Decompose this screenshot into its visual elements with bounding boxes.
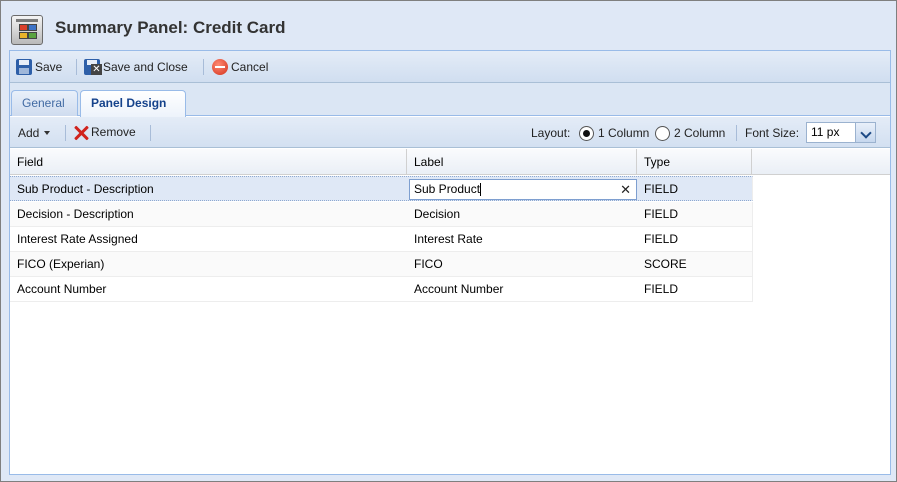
column-header-type[interactable]: Type bbox=[637, 149, 752, 175]
grid-header: Field Label Type bbox=[10, 149, 890, 175]
table-row[interactable]: Interest Rate Assigned Interest Rate FIE… bbox=[10, 227, 753, 252]
title-bar: Summary Panel: Credit Card bbox=[2, 2, 895, 50]
design-toolbar: Add Remove Layout: 1 Column 2 Column Fon… bbox=[10, 117, 890, 148]
column-header-field[interactable]: Field bbox=[10, 149, 407, 175]
clear-icon[interactable]: ✕ bbox=[620, 180, 631, 199]
field-cell: Sub Product - Description bbox=[17, 182, 154, 196]
save-close-icon bbox=[84, 59, 102, 75]
table-row[interactable]: Account Number Account Number FIELD bbox=[10, 277, 753, 302]
toolbar-separator bbox=[76, 59, 77, 75]
tab-strip: General Panel Design bbox=[10, 83, 890, 117]
save-button[interactable]: Save bbox=[16, 58, 62, 76]
add-label: Add bbox=[18, 126, 40, 140]
toolbar-separator bbox=[150, 125, 151, 141]
summary-panel-icon bbox=[11, 15, 43, 45]
type-cell: FIELD bbox=[644, 182, 679, 196]
label-cell: Interest Rate bbox=[414, 232, 483, 246]
remove-button[interactable]: Remove bbox=[72, 123, 136, 141]
save-icon bbox=[16, 59, 32, 75]
field-cell: Account Number bbox=[17, 282, 107, 296]
field-cell: FICO (Experian) bbox=[17, 257, 105, 271]
save-and-close-button[interactable]: Save and Close bbox=[84, 58, 188, 76]
chevron-down-icon[interactable] bbox=[855, 123, 875, 142]
radio-checked-icon bbox=[579, 125, 594, 141]
type-cell: SCORE bbox=[644, 257, 687, 271]
label-cell: Account Number bbox=[414, 282, 504, 296]
page-title: Summary Panel: Credit Card bbox=[55, 18, 286, 37]
font-size-value: 11 px bbox=[811, 125, 840, 139]
cancel-icon bbox=[212, 59, 228, 75]
radio-unchecked-icon bbox=[655, 125, 670, 141]
type-cell: FIELD bbox=[644, 207, 679, 221]
label-cell: Decision bbox=[414, 207, 461, 221]
toolbar-separator bbox=[65, 125, 66, 141]
toolbar-separator bbox=[203, 59, 204, 75]
remove-icon bbox=[72, 124, 88, 140]
field-cell: Decision - Description bbox=[17, 207, 134, 221]
tab-panel-design[interactable]: Panel Design bbox=[80, 90, 186, 117]
layout-option-label: 1 Column bbox=[598, 126, 650, 140]
tab-general[interactable]: General bbox=[11, 90, 78, 116]
cancel-button[interactable]: Cancel bbox=[212, 58, 268, 76]
dropdown-arrow-icon bbox=[44, 131, 51, 135]
table-row[interactable]: Decision - Description Decision FIELD bbox=[10, 202, 753, 227]
remove-label: Remove bbox=[91, 125, 136, 139]
field-cell: Interest Rate Assigned bbox=[17, 232, 138, 246]
toolbar-separator bbox=[736, 125, 737, 141]
main-panel: Save Save and Close Cancel General Panel… bbox=[9, 50, 891, 475]
add-menu-button[interactable]: Add bbox=[18, 124, 51, 142]
type-cell: FIELD bbox=[644, 282, 679, 296]
window-frame: Summary Panel: Credit Card Save Save and… bbox=[0, 0, 897, 482]
save-close-label: Save and Close bbox=[103, 60, 188, 74]
layout-option-label: 2 Column bbox=[674, 126, 726, 140]
type-cell: FIELD bbox=[644, 232, 679, 246]
font-size-label: Font Size: bbox=[745, 126, 800, 140]
cancel-label: Cancel bbox=[231, 60, 269, 74]
label-edit-input[interactable]: Sub Product ✕ bbox=[409, 179, 637, 200]
save-label: Save bbox=[35, 60, 63, 74]
table-row[interactable]: FICO (Experian) FICO SCORE bbox=[10, 252, 753, 277]
table-row[interactable]: Sub Product - Description Sub Product ✕ … bbox=[10, 176, 753, 201]
action-toolbar: Save Save and Close Cancel bbox=[10, 51, 890, 83]
layout-label: Layout: bbox=[531, 126, 571, 140]
layout-1-column-radio[interactable]: 1 Column bbox=[579, 124, 649, 142]
label-cell: FICO bbox=[414, 257, 443, 271]
font-size-select[interactable]: 11 px bbox=[806, 122, 876, 143]
column-header-label[interactable]: Label bbox=[407, 149, 637, 175]
layout-2-column-radio[interactable]: 2 Column bbox=[655, 124, 725, 142]
label-edit-value: Sub Product bbox=[414, 182, 481, 196]
